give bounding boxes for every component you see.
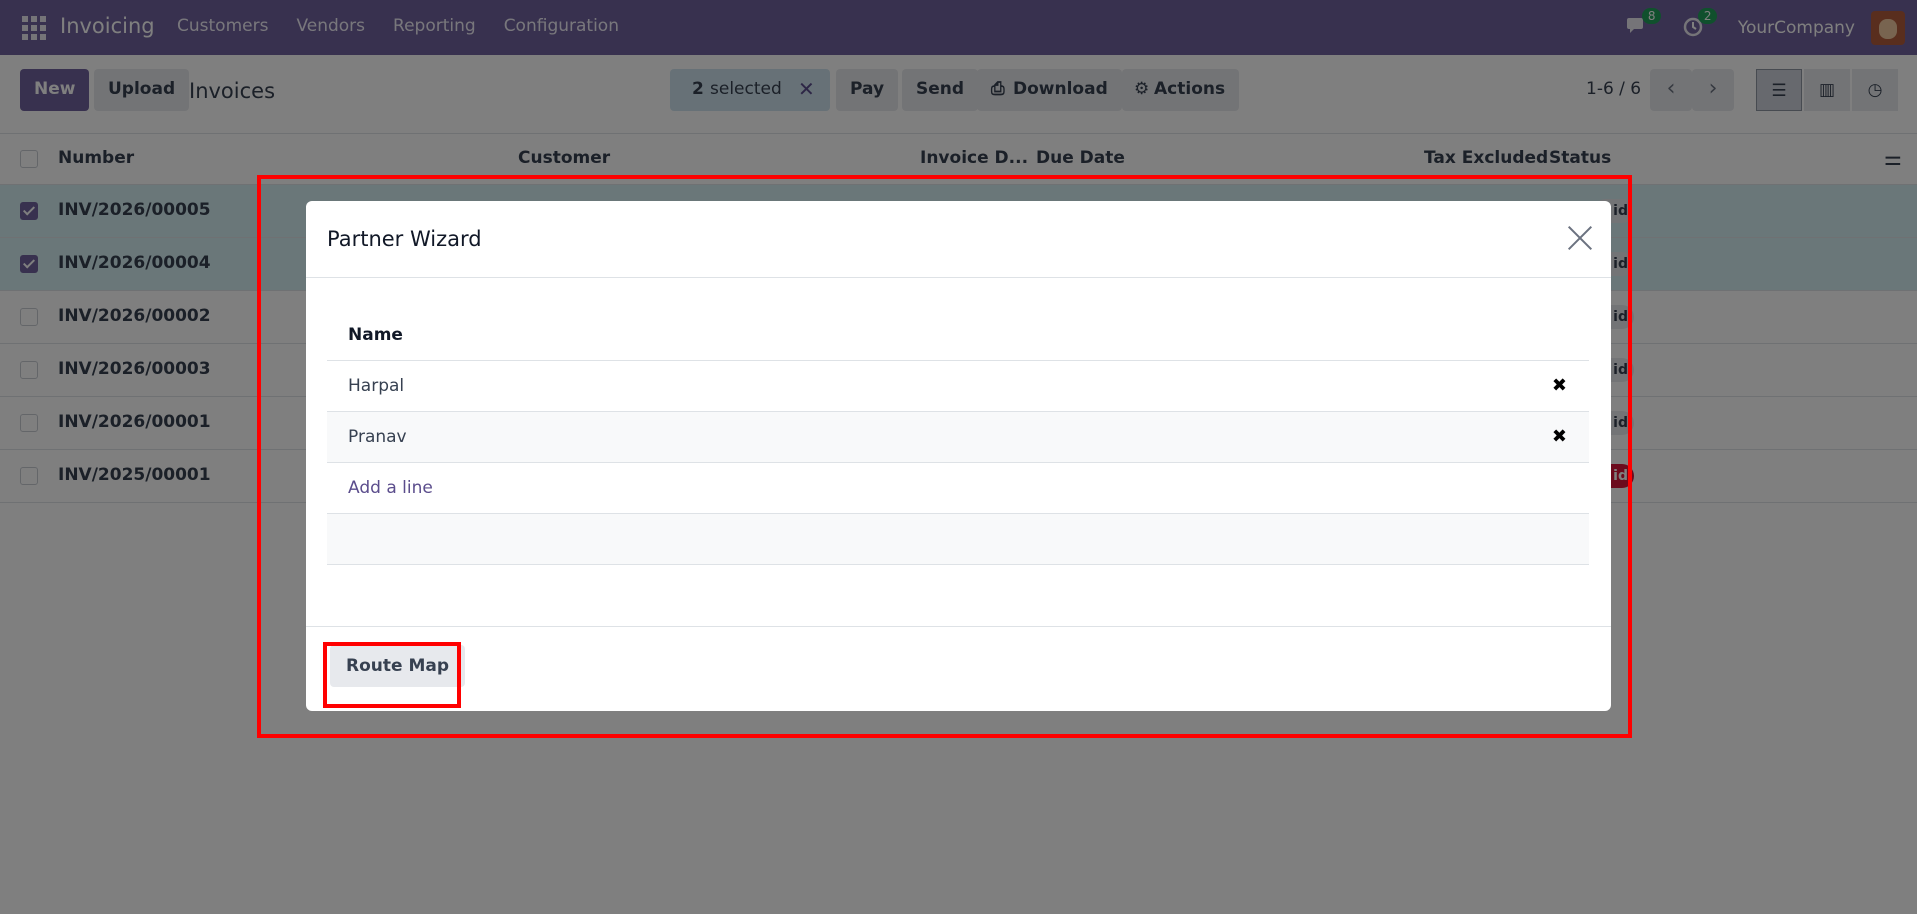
highlight-box-route-map — [323, 642, 461, 708]
highlight-box-dialog — [257, 175, 1632, 738]
